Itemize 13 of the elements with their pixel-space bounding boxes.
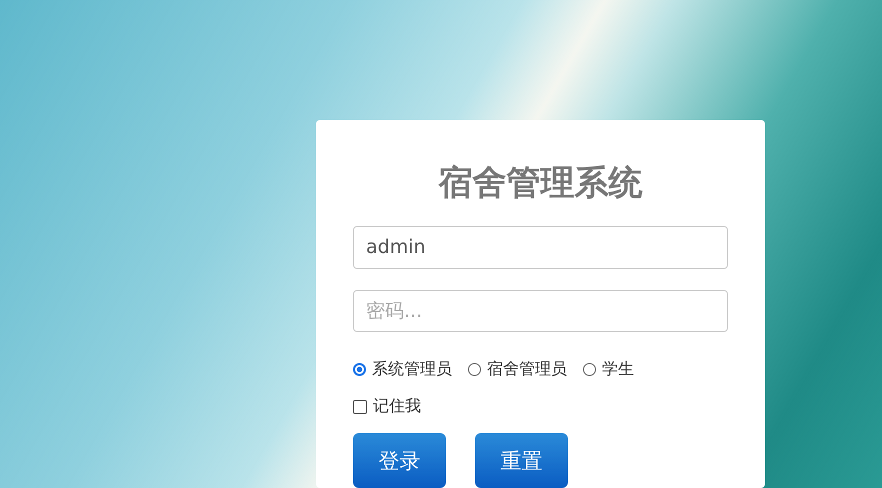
role-option[interactable]: 宿舍管理员 bbox=[468, 359, 567, 380]
remember-label: 记住我 bbox=[373, 396, 421, 417]
radio-button[interactable] bbox=[353, 363, 366, 376]
role-option[interactable]: 学生 bbox=[583, 359, 634, 380]
remember-checkbox[interactable] bbox=[353, 400, 367, 414]
reset-button[interactable]: 重置 bbox=[475, 433, 568, 488]
system-title: 宿舍管理系统 bbox=[438, 162, 642, 205]
role-option[interactable]: 系统管理员 bbox=[353, 359, 452, 380]
username-field[interactable]: admin bbox=[353, 226, 728, 268]
password-field[interactable]: 密码... bbox=[353, 290, 728, 332]
login-button[interactable]: 登录 bbox=[353, 433, 446, 488]
radio-button[interactable] bbox=[468, 363, 481, 376]
radio-button[interactable] bbox=[583, 363, 596, 376]
